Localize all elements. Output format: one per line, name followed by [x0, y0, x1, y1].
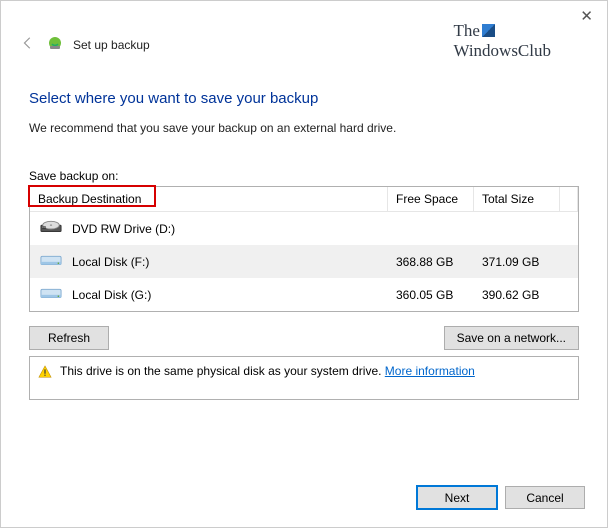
total-size: 371.09 GB: [474, 251, 560, 273]
free-space: [388, 225, 474, 233]
total-size: 390.62 GB: [474, 284, 560, 306]
next-button[interactable]: Next: [417, 486, 497, 509]
page-heading: Select where you want to save your backu…: [29, 90, 579, 107]
brand-square-icon: [482, 24, 495, 37]
disk-drive-icon: [40, 252, 62, 271]
disk-drive-icon: [40, 285, 62, 304]
col-header-destination[interactable]: Backup Destination: [30, 187, 388, 211]
dvd-drive-icon: DVD: [40, 219, 62, 238]
drive-name: Local Disk (F:): [72, 255, 149, 269]
table-row[interactable]: Local Disk (G:) 360.05 GB390.62 GB: [30, 278, 578, 311]
svg-text:DVD: DVD: [42, 227, 47, 229]
warning-panel: This drive is on the same physical disk …: [29, 356, 579, 400]
free-space: 360.05 GB: [388, 284, 474, 306]
drive-name: Local Disk (G:): [72, 288, 151, 302]
drive-name: DVD RW Drive (D:): [72, 222, 175, 236]
total-size: [474, 225, 560, 233]
save-network-button[interactable]: Save on a network...: [444, 326, 579, 350]
cancel-button[interactable]: Cancel: [505, 486, 585, 509]
free-space: 368.88 GB: [388, 251, 474, 273]
more-info-link[interactable]: More information: [385, 364, 475, 378]
wizard-icon: [47, 35, 63, 54]
list-label: Save backup on:: [29, 169, 579, 183]
table-header: Backup Destination Free Space Total Size: [30, 187, 578, 212]
warning-icon: [38, 365, 52, 379]
recommend-text: We recommend that you save your backup o…: [29, 121, 579, 135]
col-header-spacer: [560, 187, 578, 211]
warning-text: This drive is on the same physical disk …: [60, 364, 475, 378]
footer-buttons: Next Cancel: [417, 486, 585, 509]
brand-logo: The WindowsClub: [453, 21, 551, 61]
window-title: Set up backup: [73, 38, 150, 52]
table-row[interactable]: DVD DVD RW Drive (D:): [30, 212, 578, 245]
back-arrow-icon[interactable]: [19, 36, 37, 53]
col-header-total[interactable]: Total Size: [474, 187, 560, 211]
drive-table: Backup Destination Free Space Total Size…: [29, 186, 579, 312]
col-header-free[interactable]: Free Space: [388, 187, 474, 211]
refresh-button[interactable]: Refresh: [29, 326, 109, 350]
header: Set up backup The WindowsClub: [1, 1, 607, 54]
table-row[interactable]: Local Disk (F:) 368.88 GB371.09 GB: [30, 245, 578, 278]
